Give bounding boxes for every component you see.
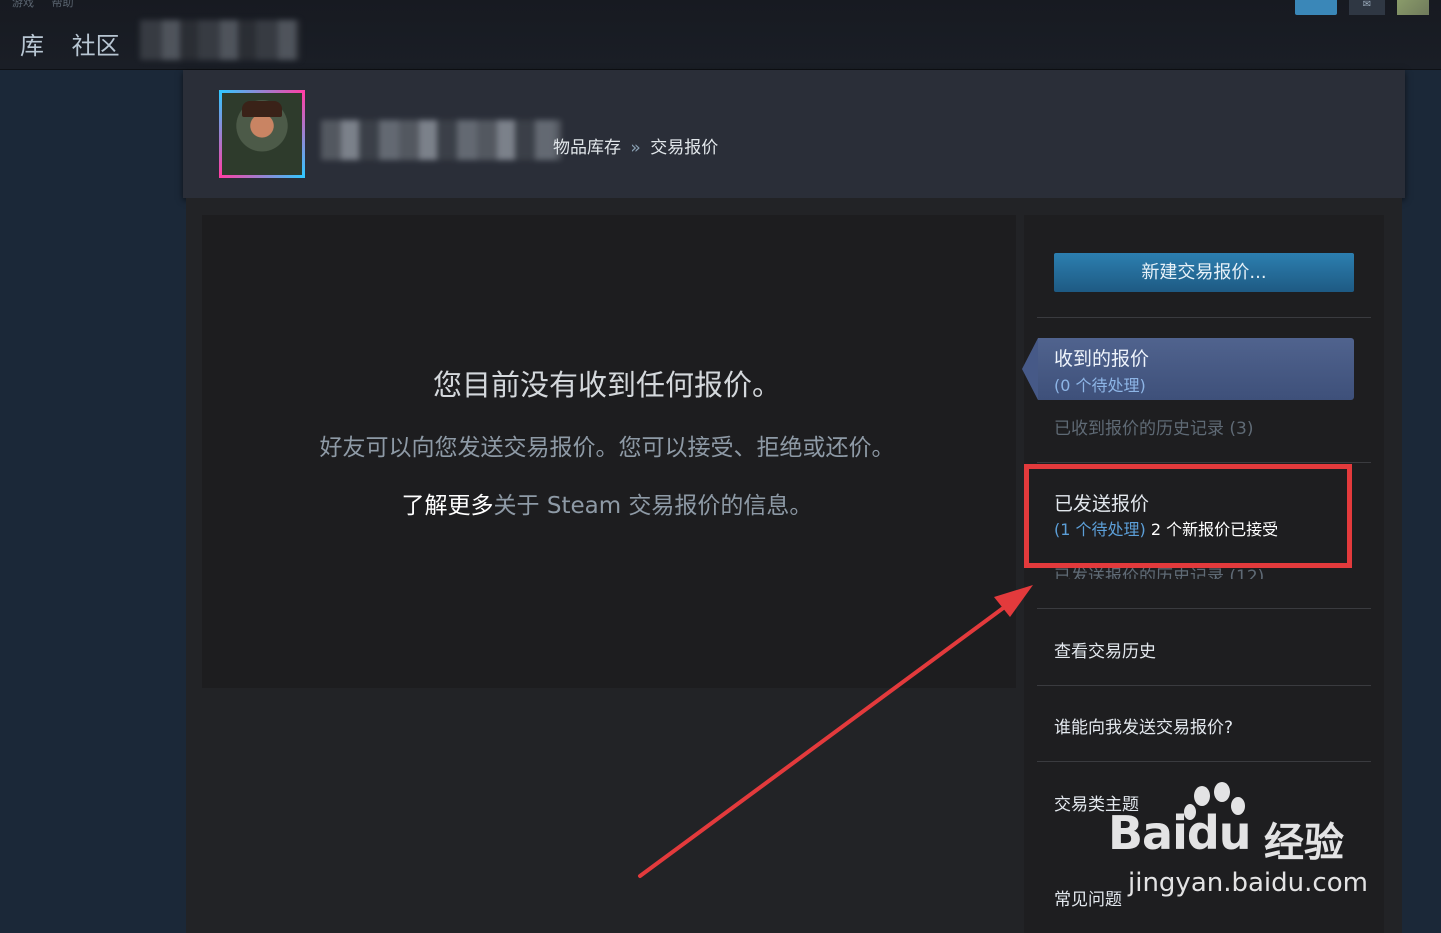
help-link[interactable]: 帮助: [52, 0, 74, 9]
divider: [1037, 761, 1371, 762]
main-nav: 库 社区: [20, 26, 140, 61]
user-avatar-small[interactable]: [1397, 0, 1429, 15]
divider: [1037, 317, 1371, 318]
breadcrumb: 物品库存 » 交易报价: [553, 133, 718, 158]
view-trade-history-link[interactable]: 查看交易历史: [1054, 637, 1156, 662]
baidu-watermark: Baidu 经验 jingyan.baidu.com: [1100, 772, 1380, 902]
games-link[interactable]: 游戏: [12, 0, 34, 9]
profile-header: 物品库存 » 交易报价: [183, 70, 1405, 198]
watermark-logo: Baidu: [1108, 806, 1252, 860]
watermark-brand-du: du: [1186, 806, 1252, 860]
nav-library[interactable]: 库: [20, 32, 44, 60]
learn-more-suffix: 关于 Steam 交易报价的信息。: [493, 493, 813, 519]
received-history-link[interactable]: 已收到报价的历史记录 (3): [1054, 414, 1253, 439]
watermark-jingyan: 经验: [1264, 820, 1344, 866]
breadcrumb-inventory[interactable]: 物品库存: [553, 138, 621, 158]
received-offers-title: 收到的报价: [1054, 348, 1150, 370]
received-pending-count: (0 个待处理): [1054, 376, 1146, 395]
divider: [1037, 685, 1371, 686]
breadcrumb-trade-offers[interactable]: 交易报价: [650, 138, 718, 158]
received-offers-tab[interactable]: 收到的报价 (0 个待处理): [1022, 338, 1354, 400]
learn-more-link[interactable]: 了解更多: [402, 493, 494, 519]
who-can-send-offers-link[interactable]: 谁能向我发送交易报价?: [1054, 713, 1233, 738]
blurred-profile-name[interactable]: [321, 120, 561, 160]
divider: [1037, 608, 1371, 609]
highlight-box: [1024, 464, 1352, 568]
nav-community[interactable]: 社区: [72, 32, 120, 60]
new-trade-offer-button[interactable]: 新建交易报价...: [1054, 253, 1354, 292]
mail-icon[interactable]: ✉: [1349, 0, 1385, 15]
avatar[interactable]: [219, 90, 305, 178]
sent-history-label: 已发送报价的历史记录 (12): [1054, 567, 1265, 579]
tiny-links: 游戏 帮助: [12, 0, 88, 10]
watermark-url: jingyan.baidu.com: [1128, 868, 1368, 898]
blurred-username[interactable]: [140, 20, 300, 60]
top-bar: 游戏 帮助 库 社区 ✉: [0, 0, 1441, 70]
divider: [1037, 462, 1371, 463]
chat-icon[interactable]: [1295, 0, 1337, 15]
breadcrumb-separator: »: [630, 138, 641, 158]
watermark-brand: Bai: [1108, 806, 1188, 860]
